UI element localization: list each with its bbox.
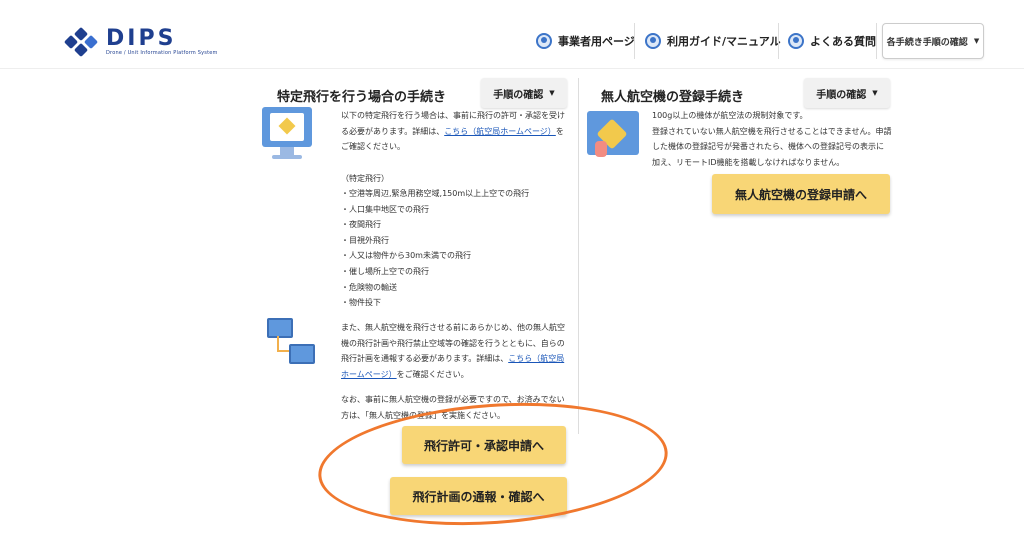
flight-plan-text: また、無人航空機を飛行させる前にあらかじめ、他の無人航空 機の飛行計画や飛行禁止… [341, 323, 565, 379]
site-header: DIPS Drone / Unit Information Platform S… [0, 15, 1024, 65]
logo-mark-icon [63, 26, 100, 58]
nav-divider [876, 23, 877, 59]
logo-subtitle: Drone / Unit Information Platform System [106, 50, 218, 56]
procedures-label: 各手続き手順の確認 [886, 37, 968, 48]
list-item: ・夜間飛行 [341, 220, 381, 230]
specific-flight-list: ・空港等周辺,緊急用務空域,150m以上上空での飛行 ・人口集中地区での飛行 ・… [341, 186, 577, 311]
specific-flight-heading: （特定飛行） [341, 174, 389, 183]
drone-icon [536, 33, 552, 49]
list-item: ・空港等周辺,緊急用務空域,150m以上上空での飛行 [341, 189, 530, 198]
specific-flight-title: 特定飛行を行う場合の手続き [277, 90, 447, 105]
nav-label: 利用ガイド/マニュアル [667, 35, 781, 48]
logo-title: DIPS [106, 26, 177, 51]
nav-label: 事業者用ページ [558, 35, 635, 48]
nav-business-page[interactable]: 事業者用ページ [536, 23, 635, 59]
caret-down-icon: ▼ [973, 37, 980, 45]
procedures-dropdown-button[interactable]: 各手続き手順の確認 ▼ [882, 23, 984, 59]
aviation-bureau-link[interactable]: こちら（航空局ホームページ） [444, 127, 556, 136]
registration-text: 100g以上の機体が航空法の規制対象です。 登録されていない無人航空機を飛行させ… [652, 111, 892, 167]
permit-intro-text: 以下の特定飛行を行う場合は、事前に飛行の許可・承認を受け る必要があります。詳細… [341, 111, 565, 152]
network-illustration-icon [265, 318, 317, 370]
caret-down-icon: ▼ [549, 89, 555, 97]
left-procedure-dropdown[interactable]: 手順の確認 ▼ [481, 78, 567, 108]
column-divider [578, 78, 579, 434]
list-item: ・目視外飛行 [341, 235, 389, 245]
caret-down-icon: ▼ [872, 89, 878, 97]
nav-faq[interactable]: よくある質問 [788, 23, 876, 59]
dropdown-label: 手順の確認 [493, 89, 544, 101]
drone-registration-button[interactable]: 無人航空機の登録申請へ [712, 174, 890, 214]
nav-label: よくある質問 [810, 35, 876, 48]
list-item: ・危険物の輸送 [341, 282, 397, 292]
aviation-bureau-link-2[interactable]: こちら（航空局 [508, 354, 564, 363]
nav-divider [778, 23, 779, 59]
header-border [0, 68, 1024, 69]
list-item: ・人口集中地区での飛行 [341, 204, 429, 214]
nav-divider [634, 23, 635, 59]
right-procedure-dropdown[interactable]: 手順の確認 ▼ [804, 78, 890, 108]
drone-registration-title: 無人航空機の登録手続き [601, 90, 745, 105]
list-item: ・物件投下 [341, 298, 381, 308]
list-item: ・人又は物件から30m未満での飛行 [341, 251, 471, 261]
nav-guide-manual[interactable]: 利用ガイド/マニュアル [645, 23, 781, 59]
drone-icon [788, 33, 804, 49]
list-item: ・催し場所上空での飛行 [341, 266, 429, 276]
drone-icon [645, 33, 661, 49]
dropdown-label: 手順の確認 [816, 89, 867, 101]
dips-logo[interactable]: DIPS Drone / Unit Information Platform S… [63, 26, 218, 58]
monitor-illustration-icon [262, 107, 312, 163]
drone-registration-illustration-icon [587, 111, 639, 161]
aviation-bureau-link-2b[interactable]: ホームページ） [341, 370, 397, 379]
